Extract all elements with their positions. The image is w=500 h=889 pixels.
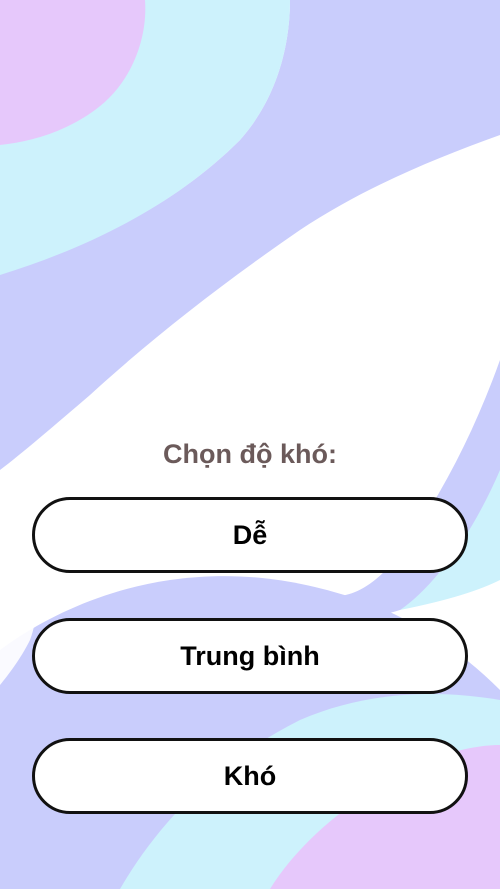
- difficulty-screen: Chọn độ khó: Dễ Trung bình Khó: [0, 0, 500, 889]
- medium-button[interactable]: Trung bình: [32, 618, 468, 694]
- hard-button[interactable]: Khó: [32, 738, 468, 814]
- easy-button[interactable]: Dễ: [32, 497, 468, 573]
- difficulty-prompt: Chọn độ khó:: [163, 439, 337, 469]
